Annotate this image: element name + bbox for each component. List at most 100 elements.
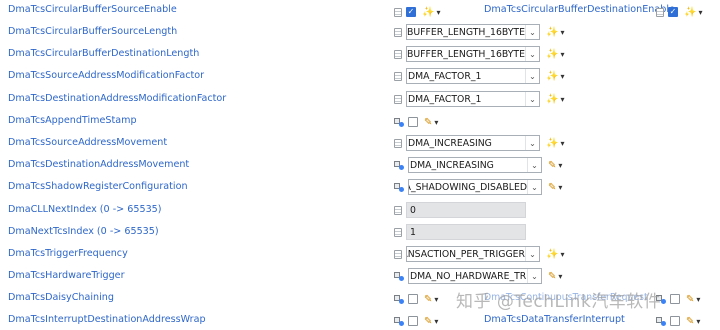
wand-icon[interactable]: ✨	[422, 7, 434, 18]
caret-down-icon[interactable]: ▾	[696, 317, 700, 326]
destination-address-modification-factor-control: DMA_FACTOR_1 ⌄ ✨ ▾	[394, 90, 564, 108]
config-icon	[394, 182, 404, 192]
param-label-destination-address-movement: DmaTcsDestinationAddressMovement	[8, 159, 190, 170]
circular-buffer-source-enable-checkbox[interactable]: ✓	[406, 7, 416, 17]
config-icon	[394, 117, 404, 127]
pencil-icon[interactable]: ✎	[548, 271, 556, 282]
param-label-cll-next-index: DmaCLLNextIndex (0 -> 65535)	[8, 204, 162, 215]
trigger-frequency-select[interactable]: TRANSACTION_PER_TRIGGER ⌄	[406, 246, 540, 262]
circular-buffer-source-length-control: CIRCULAR_BUFFER_LENGTH_16BYTE ⌄ ✨ ▾	[394, 23, 564, 41]
next-tcs-index-field: 1	[406, 224, 526, 240]
param-label-daisy-chaining: DmaTcsDaisyChaining	[8, 292, 114, 303]
wand-icon[interactable]: ✨	[546, 249, 558, 260]
chevron-down-icon[interactable]: ⌄	[525, 47, 539, 61]
chevron-down-icon[interactable]: ⌄	[525, 247, 539, 261]
chevron-down-icon[interactable]: ⌄	[527, 158, 541, 172]
param-label-circular-buffer-source-length: DmaTcsCircularBufferSourceLength	[8, 26, 178, 37]
source-address-modification-factor-select[interactable]: DMA_FACTOR_1 ⌄	[406, 68, 540, 84]
pencil-icon[interactable]: ✎	[686, 294, 694, 305]
destination-address-modification-factor-select[interactable]: DMA_FACTOR_1 ⌄	[406, 91, 540, 107]
pencil-icon[interactable]: ✎	[424, 117, 432, 128]
caret-down-icon[interactable]: ▾	[560, 95, 564, 104]
source-address-modification-factor-control: DMA_FACTOR_1 ⌄ ✨ ▾	[394, 67, 564, 85]
wand-icon[interactable]: ✨	[546, 94, 558, 105]
config-icon	[394, 160, 404, 170]
pencil-icon[interactable]: ✎	[548, 182, 556, 193]
caret-down-icon[interactable]: ▾	[434, 118, 438, 127]
pencil-icon[interactable]: ✎	[424, 316, 432, 327]
caret-down-icon[interactable]: ▾	[560, 72, 564, 81]
select-value: DMA_SHADOWING_DISABLED	[409, 181, 527, 193]
source-address-movement-select[interactable]: DMA_INCREASING ⌄	[406, 135, 540, 151]
param-label-append-time-stamp: DmaTcsAppendTimeStamp	[8, 115, 137, 126]
caret-down-icon[interactable]: ▾	[558, 272, 562, 281]
destination-address-movement-control: DMA_INCREASING ⌄ ✎ ▾	[394, 156, 562, 174]
caret-down-icon[interactable]: ▾	[560, 28, 564, 37]
caret-down-icon[interactable]: ▾	[436, 8, 440, 17]
caret-down-icon[interactable]: ▾	[434, 295, 438, 304]
circular-buffer-destination-enable-checkbox[interactable]: ✓	[668, 7, 678, 17]
document-icon	[394, 227, 402, 237]
chevron-down-icon[interactable]: ⌄	[525, 136, 539, 150]
document-icon	[394, 49, 402, 59]
param-label-source-address-movement: DmaTcsSourceAddressMovement	[8, 137, 168, 148]
config-icon	[656, 316, 666, 326]
param-label-circular-buffer-destination-length: DmaTcsCircularBufferDestinationLength	[8, 48, 200, 59]
shadow-register-configuration-control: DMA_SHADOWING_DISABLED ⌄ ✎ ▾	[394, 178, 562, 196]
pencil-icon[interactable]: ✎	[686, 316, 694, 327]
destination-address-movement-select[interactable]: DMA_INCREASING ⌄	[408, 157, 542, 173]
document-icon	[394, 94, 402, 104]
param-label-circular-buffer-destination-enable: DmaTcsCircularBufferDestinationEnable	[484, 4, 675, 15]
caret-down-icon[interactable]: ▾	[696, 295, 700, 304]
caret-down-icon[interactable]: ▾	[434, 317, 438, 326]
hardware-trigger-select[interactable]: DMA_NO_HARDWARE_TRIGGER ⌄	[408, 268, 542, 284]
wand-icon[interactable]: ✨	[546, 49, 558, 60]
caret-down-icon[interactable]: ▾	[560, 250, 564, 259]
data-transfer-interrupt-checkbox[interactable]	[670, 316, 680, 326]
param-label-interrupt-destination-address-wrap: DmaTcsInterruptDestinationAddressWrap	[8, 314, 206, 325]
chevron-down-icon[interactable]: ⌄	[527, 180, 541, 194]
source-address-movement-control: DMA_INCREASING ⌄ ✨ ▾	[394, 134, 564, 152]
hardware-trigger-control: DMA_NO_HARDWARE_TRIGGER ⌄ ✎ ▾	[394, 267, 562, 285]
select-value: DMA_FACTOR_1	[408, 93, 482, 105]
chevron-down-icon[interactable]: ⌄	[525, 25, 539, 39]
pencil-icon[interactable]: ✎	[424, 294, 432, 305]
circular-buffer-destination-enable-control: ✓ ✨ ▾	[656, 3, 702, 21]
watermark: 知乎 @TechLink汽车软件	[456, 292, 662, 312]
caret-down-icon[interactable]: ▾	[560, 139, 564, 148]
circular-buffer-source-length-select[interactable]: CIRCULAR_BUFFER_LENGTH_16BYTE ⌄	[406, 24, 540, 40]
document-icon	[394, 138, 402, 148]
append-time-stamp-checkbox[interactable]	[408, 117, 418, 127]
chevron-down-icon[interactable]: ⌄	[525, 92, 539, 106]
pencil-icon[interactable]: ✎	[548, 160, 556, 171]
wand-icon[interactable]: ✨	[684, 7, 696, 18]
wand-icon[interactable]: ✨	[546, 138, 558, 149]
caret-down-icon[interactable]: ▾	[558, 161, 562, 170]
daisy-chaining-checkbox[interactable]	[408, 294, 418, 304]
continuous-transfer-request-checkbox[interactable]	[670, 294, 680, 304]
chevron-down-icon[interactable]: ⌄	[525, 69, 539, 83]
select-value: CIRCULAR_BUFFER_LENGTH_16BYTE	[407, 48, 525, 60]
document-icon	[394, 71, 402, 81]
interrupt-destination-address-wrap-checkbox[interactable]	[408, 316, 418, 326]
cll-next-index-field: 0	[406, 202, 526, 218]
daisy-chaining-control: ✎ ▾	[394, 290, 438, 308]
select-value: CIRCULAR_BUFFER_LENGTH_16BYTE	[407, 26, 525, 38]
chevron-down-icon[interactable]: ⌄	[527, 269, 541, 283]
param-label-trigger-frequency: DmaTcsTriggerFrequency	[8, 248, 128, 259]
select-value: DMA_INCREASING	[410, 159, 494, 171]
continuous-transfer-request-control: ✎ ▾	[656, 290, 700, 308]
param-label-data-transfer-interrupt: DmaTcsDataTransferInterrupt	[484, 314, 625, 325]
caret-down-icon[interactable]: ▾	[698, 8, 702, 17]
wand-icon[interactable]: ✨	[546, 27, 558, 38]
select-value: DMA_FACTOR_1	[408, 70, 482, 82]
circular-buffer-destination-length-select[interactable]: CIRCULAR_BUFFER_LENGTH_16BYTE ⌄	[406, 46, 540, 62]
cll-next-index-control: 0	[394, 201, 526, 219]
shadow-register-configuration-select[interactable]: DMA_SHADOWING_DISABLED ⌄	[408, 179, 542, 195]
wand-icon[interactable]: ✨	[546, 71, 558, 82]
caret-down-icon[interactable]: ▾	[558, 183, 562, 192]
param-label-next-tcs-index: DmaNextTcsIndex (0 -> 65535)	[8, 226, 159, 237]
document-icon	[394, 205, 402, 215]
caret-down-icon[interactable]: ▾	[560, 50, 564, 59]
select-value: TRANSACTION_PER_TRIGGER	[407, 248, 525, 260]
